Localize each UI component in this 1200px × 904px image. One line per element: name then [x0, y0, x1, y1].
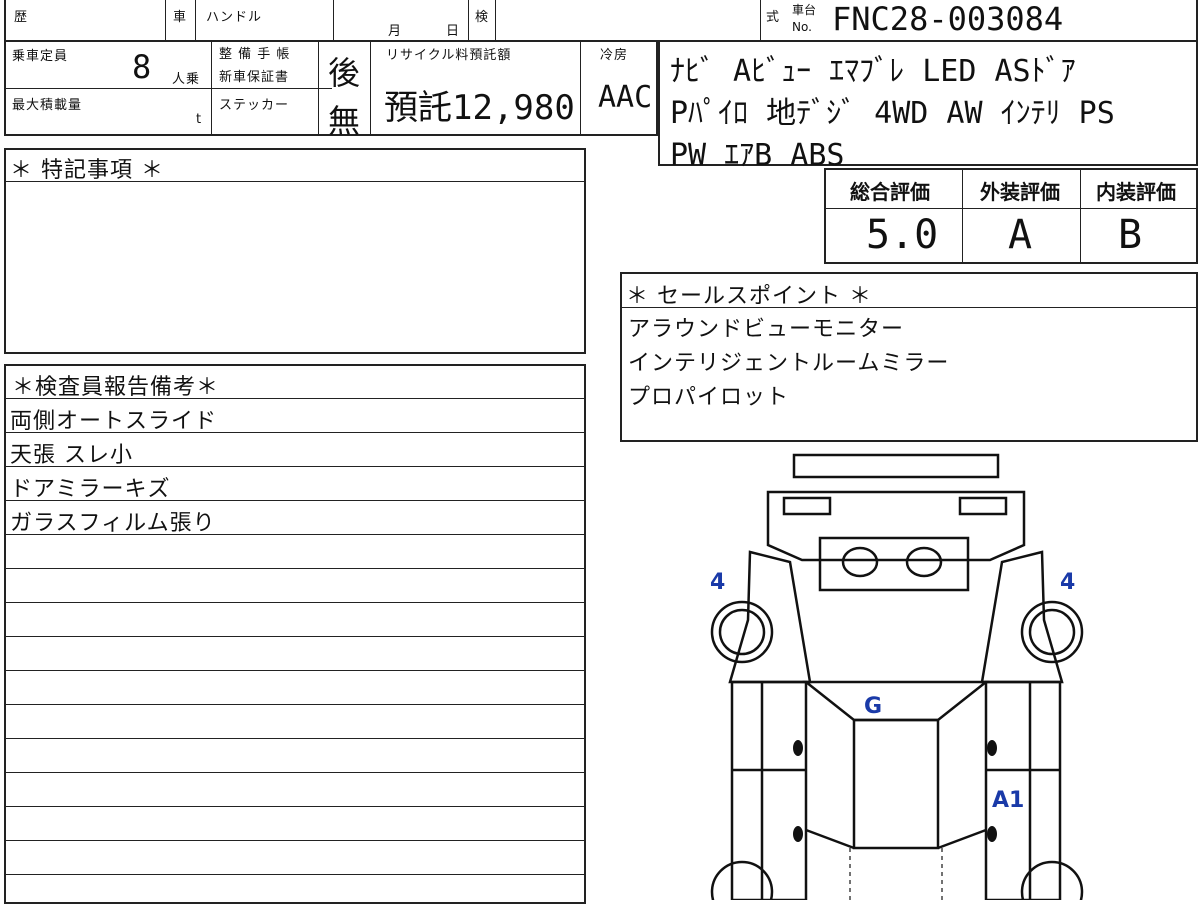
interior-grade: B — [1118, 212, 1143, 258]
equipment-line-3: PW ｴｱB ABS — [670, 138, 845, 173]
mark-right-door: A1 — [992, 788, 1025, 813]
emblem-right — [905, 546, 943, 578]
sales-point-1: アラウンドビューモニター — [628, 317, 905, 342]
inspector-note-2: 天張 スレ小 — [10, 443, 133, 468]
ruled-line — [4, 840, 586, 841]
handle-label: ハンドル — [206, 10, 263, 25]
ruled-line — [4, 670, 586, 671]
mark-right-tire: 4 — [1060, 570, 1076, 595]
sticker-value: 無 — [328, 102, 361, 140]
inspector-notes-title: ＊検査員報告備考＊ — [12, 375, 220, 400]
mark-roof: G — [864, 694, 883, 719]
front-bumper — [792, 453, 1000, 479]
inspector-note-3: ドアミラーキズ — [10, 477, 171, 502]
recycle-label: リサイクル料預託額 — [386, 48, 512, 63]
ac-value: AAC — [598, 80, 653, 115]
chassis-no-label: No. — [792, 20, 812, 34]
windshield — [802, 680, 990, 722]
front-nose — [766, 490, 1026, 562]
chassis-number: FNC28-003084 — [832, 0, 1064, 38]
overall-grade: 5.0 — [866, 212, 939, 258]
model-label: 式 — [766, 10, 781, 25]
ruled-line — [4, 738, 586, 739]
recycle-value: 預託12,980 — [384, 88, 575, 128]
ruled-line — [4, 704, 586, 705]
equipment-line-1: ﾅﾋﾞ Aﾋﾞｭｰ ｴﾏﾌﾞﾚ LED ASﾄﾞｱ — [670, 54, 1076, 89]
max-load-label: 最大積載量 — [12, 98, 83, 113]
chassis-label: 車台 — [792, 3, 817, 17]
history-label: 歴 — [14, 10, 29, 25]
max-load-unit: t — [196, 112, 203, 127]
sticker-label: ステッカー — [219, 98, 290, 113]
left-headlight — [782, 496, 832, 516]
overall-grade-label: 総合評価 — [850, 180, 930, 204]
ruled-line — [4, 874, 586, 875]
roof — [852, 718, 940, 850]
maintenance-label: 整 備 手 帳 — [219, 47, 291, 62]
maintenance-value: 後 — [328, 54, 361, 92]
inspection-label: 検 — [475, 10, 490, 25]
right-headlight — [958, 496, 1008, 516]
emblem-left — [841, 546, 879, 578]
capacity-unit: 人乗 — [172, 72, 201, 87]
exterior-grade: A — [1008, 212, 1033, 258]
left-side-body — [730, 680, 808, 900]
capacity-value: 8 — [132, 48, 152, 86]
inspector-note-4: ガラスフィルム張り — [10, 511, 216, 536]
exterior-grade-label: 外装評価 — [980, 180, 1060, 204]
car-label: 車 — [173, 10, 188, 25]
sales-points-title: ＊ セールスポイント ＊ — [626, 284, 872, 309]
interior-grade-label: 内装評価 — [1096, 180, 1176, 204]
ac-label: 冷房 — [600, 48, 629, 63]
warranty-label: 新車保証書 — [219, 70, 290, 85]
ruled-line — [4, 806, 586, 807]
special-notes-title: ＊ 特記事項 ＊ — [10, 158, 164, 183]
month-label: 月 — [388, 24, 403, 39]
ruled-line — [4, 602, 586, 603]
inspector-note-1: 両側オートスライド — [10, 409, 218, 434]
ruled-line — [4, 568, 586, 569]
ruled-line — [4, 636, 586, 637]
ruled-line — [4, 772, 586, 773]
vehicle-diagram — [710, 453, 1084, 900]
equipment-line-2: Pﾊﾟｲﾛ 地ﾃﾞｼﾞ 4WD AW ｲﾝﾃﾘ PS — [670, 96, 1115, 131]
sales-point-2: インテリジェントルームミラー — [628, 351, 950, 376]
mark-left-tire: 4 — [710, 570, 726, 595]
capacity-label: 乗車定員 — [12, 49, 69, 64]
sales-point-3: プロパイロット — [628, 385, 790, 410]
day-label: 日 — [446, 24, 461, 39]
